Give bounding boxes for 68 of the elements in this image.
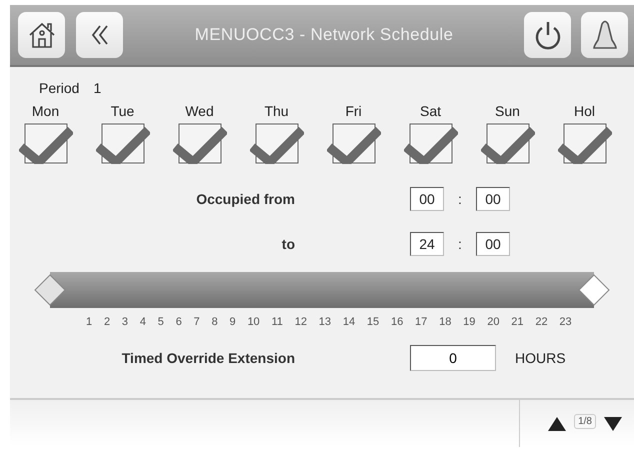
hour-tick-label: 22 <box>535 316 548 328</box>
page-indicator: 1/8 <box>574 414 596 429</box>
back-button[interactable] <box>76 12 123 58</box>
day-label: Sun <box>495 103 520 119</box>
checkbox[interactable] <box>480 122 534 164</box>
hour-tick-label: 5 <box>158 316 164 328</box>
hour-tick-label: 8 <box>212 316 218 328</box>
page-down-button[interactable] <box>604 416 622 430</box>
hour-tick-label: 14 <box>342 316 356 328</box>
hours-field[interactable]: 00 <box>410 187 444 211</box>
day-label: Hol <box>574 103 595 119</box>
page-up-button[interactable] <box>548 416 566 430</box>
unit-label: HOURS <box>515 350 566 366</box>
up-arrow-icon <box>548 416 566 430</box>
window-title: MENUOCC3 - Network Schedule <box>194 25 454 45</box>
hour-tick-label: 6 <box>176 316 182 328</box>
hour-tick-label: 12 <box>294 316 307 328</box>
override-label: Timed Override Extension <box>120 350 295 366</box>
hour-tick-label: 17 <box>415 316 428 328</box>
override-field[interactable]: 0 <box>410 345 496 371</box>
period-value: 1 <box>93 80 102 96</box>
day-label: Wed <box>185 103 214 119</box>
hours-field[interactable]: 24 <box>410 232 444 256</box>
hour-tick-label: 3 <box>122 316 128 328</box>
period-label: Period <box>39 80 80 96</box>
hour-tick-label: 7 <box>194 316 200 328</box>
day-label: Sat <box>420 103 441 119</box>
hour-tick-label: 16 <box>390 316 404 328</box>
hour-tick-label: 23 <box>559 316 572 328</box>
checkbox[interactable] <box>18 122 72 164</box>
bell-button[interactable] <box>581 12 628 58</box>
time-separator: : <box>457 191 463 207</box>
power-icon <box>534 20 562 50</box>
back-icon <box>90 24 108 46</box>
slider-handle[interactable] <box>578 274 610 306</box>
hour-tick-label: 20 <box>487 316 500 328</box>
checkbox[interactable] <box>250 122 304 164</box>
hour-tick-label: 13 <box>318 316 332 328</box>
time-label: to <box>280 236 295 252</box>
checkbox[interactable] <box>326 122 380 164</box>
checkbox[interactable] <box>96 122 150 164</box>
power-button[interactable] <box>524 12 571 58</box>
hour-tick-label: 18 <box>439 316 452 328</box>
time-label: Occupied from <box>195 191 295 207</box>
hour-tick-label: 4 <box>140 316 146 328</box>
day-label: Fri <box>345 103 362 119</box>
down-arrow-icon <box>604 416 622 430</box>
slider-handle[interactable] <box>34 274 66 306</box>
day-label: Thu <box>264 103 289 119</box>
minutes-field[interactable]: 00 <box>476 187 510 211</box>
hour-tick-label: 15 <box>366 316 380 328</box>
hour-tick-label: 21 <box>511 316 524 328</box>
bell-icon <box>592 18 618 52</box>
hour-tick-label: 2 <box>104 316 110 328</box>
home-button[interactable] <box>18 12 65 58</box>
day-label: Mon <box>32 103 60 119</box>
minutes-field[interactable]: 00 <box>476 232 510 256</box>
checkbox[interactable] <box>172 122 226 164</box>
checkbox[interactable] <box>558 122 612 164</box>
hour-tick-label: 11 <box>272 316 283 328</box>
day-label: Tue <box>110 103 134 119</box>
hour-tick-label: 1 <box>86 316 92 328</box>
hour-tick-label: 9 <box>230 316 236 328</box>
home-icon <box>26 20 56 50</box>
time-separator: : <box>457 236 463 252</box>
hour-tick-label: 19 <box>463 316 476 328</box>
checkbox[interactable] <box>404 122 458 164</box>
hour-tick-label: 10 <box>247 316 260 328</box>
